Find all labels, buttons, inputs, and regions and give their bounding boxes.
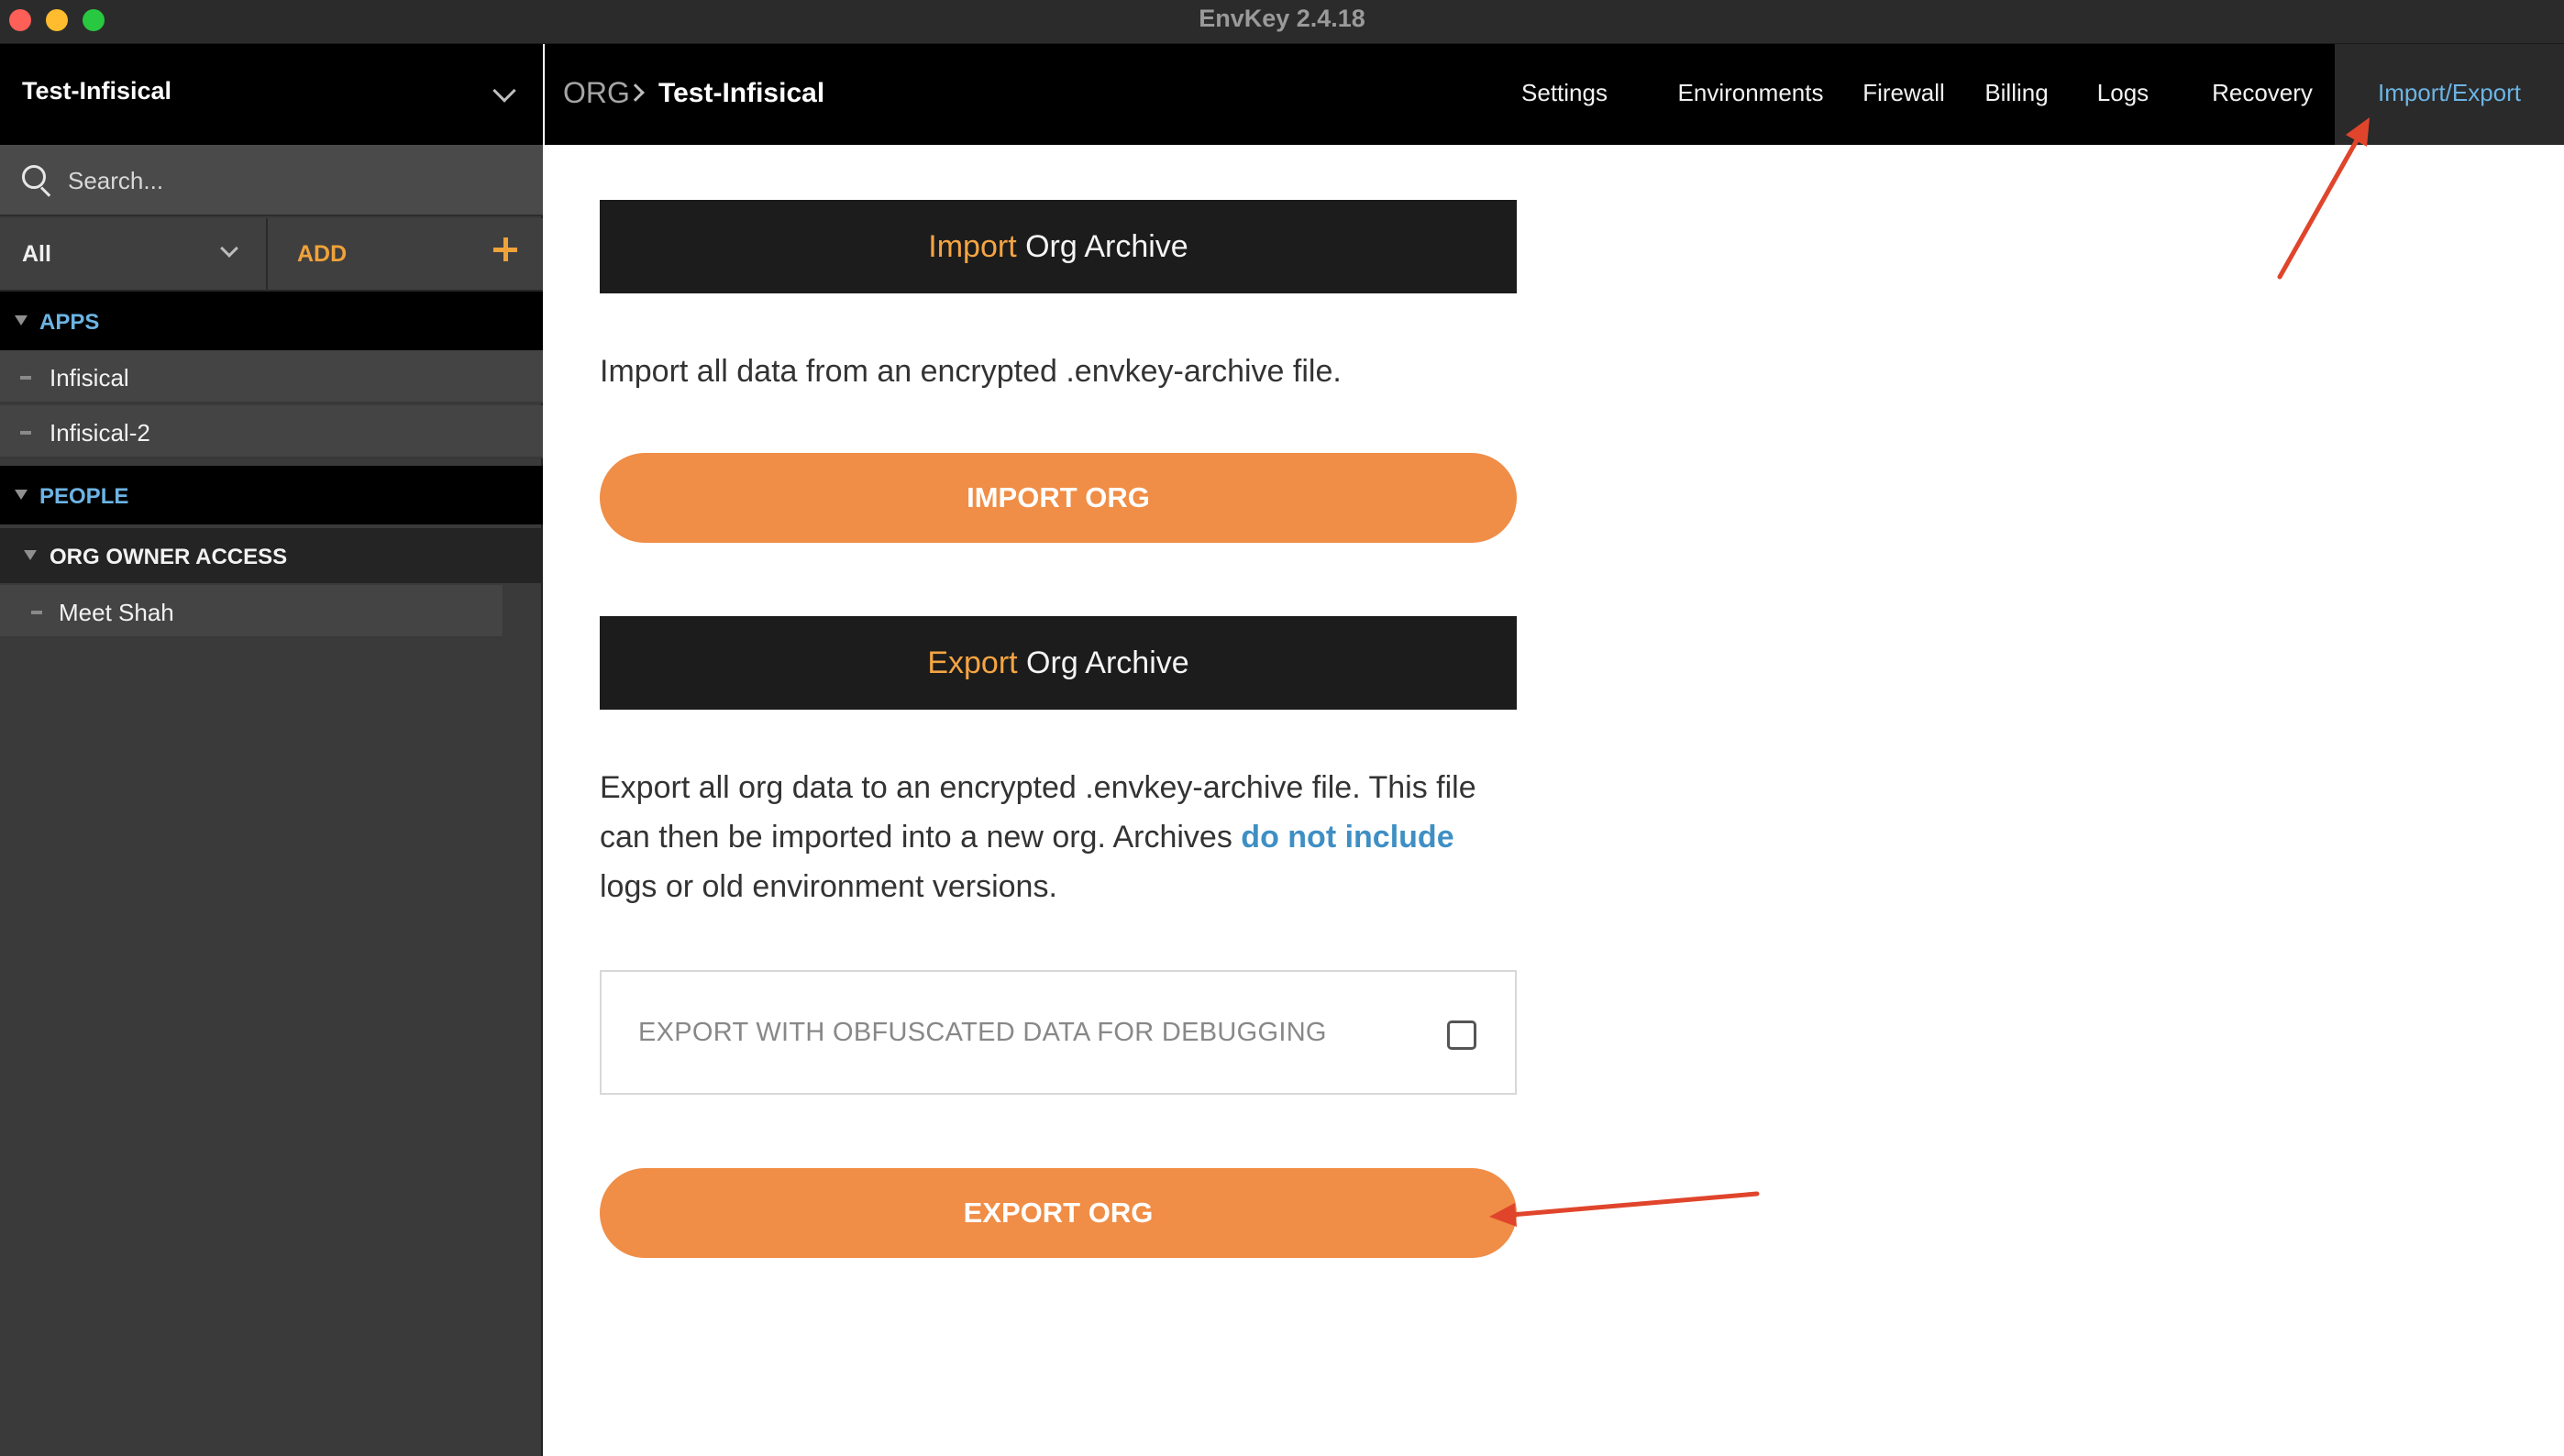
obfuscate-option-label: EXPORT WITH OBFUSCATED DATA FOR DEBUGGIN… [638,1018,1327,1047]
search-input[interactable] [68,160,508,202]
people-section-label: PEOPLE [39,484,129,509]
export-org-button[interactable]: EXPORT ORG [600,1168,1517,1258]
tab-firewall[interactable]: Firewall [1840,44,1968,145]
sidebar-item-infisical[interactable]: Infisical [0,350,543,403]
filter-select-label: All [22,241,51,267]
bullet-icon [31,611,42,614]
breadcrumb-org-name: Test-Infisical [658,78,825,108]
sidebar-item-label: Infisical [50,364,129,392]
search-icon [22,165,51,197]
bullet-icon [20,376,31,380]
export-title-rest: Org Archive [1026,645,1189,680]
import-section-title: Import Org Archive [600,200,1517,293]
obfuscate-option[interactable]: EXPORT WITH OBFUSCATED DATA FOR DEBUGGIN… [600,970,1517,1095]
org-owner-access-header[interactable]: ORG OWNER ACCESS [0,528,543,583]
triangle-down-icon [15,315,28,325]
bullet-icon [20,431,31,435]
plus-icon [493,237,521,264]
tab-billing[interactable]: Billing [1957,44,2076,145]
export-description-line1: Export all org data to an encrypted .env… [600,770,1476,805]
chevron-down-icon [220,239,238,258]
export-description-line2: can then be imported into a new org. Arc… [600,812,1517,862]
search-bar [0,145,543,216]
chevron-down-icon [492,79,516,103]
window-titlebar: EnvKey 2.4.18 [0,0,2564,44]
import-org-button[interactable]: IMPORT ORG [600,453,1517,543]
org-name: Test-Infisical [22,77,172,105]
add-button-label: ADD [297,241,348,267]
export-description: Export all org data to an encrypted .env… [600,763,1517,911]
triangle-down-icon [24,550,37,560]
tab-import-export[interactable]: Import/Export [2335,44,2564,145]
sidebar-item-label: Meet Shah [59,599,174,626]
obfuscate-checkbox[interactable] [1447,1020,1476,1050]
import-title-accent: Import [928,229,1017,264]
add-button[interactable]: ADD [270,218,543,292]
sidebar: Test-Infisical All ADD APPS Infisical In… [0,44,543,1456]
filter-row: All ADD [0,218,543,292]
people-section-header[interactable]: PEOPLE [0,466,543,524]
sidebar-item-infisical-2[interactable]: Infisical-2 [0,405,543,458]
breadcrumb-root[interactable]: ORG [563,76,630,110]
export-description-line3: logs or old environment versions. [600,869,1057,904]
tab-environments[interactable]: Environments [1643,44,1858,145]
do-not-include-link[interactable]: do not include [1241,820,1453,855]
main-content: Import Org Archive Import all data from … [545,145,2564,1456]
window-title: EnvKey 2.4.18 [1199,5,1365,32]
sidebar-item-label: Infisical-2 [50,419,150,447]
filter-select[interactable]: All [0,218,268,292]
export-title-accent: Export [927,645,1018,680]
import-title-rest: Org Archive [1025,229,1188,264]
tab-recovery[interactable]: Recovery [2184,44,2340,145]
triangle-down-icon [15,490,28,500]
org-owner-access-label: ORG OWNER ACCESS [50,545,288,569]
sidebar-item-meet-shah[interactable]: Meet Shah [0,585,503,638]
export-section-title: Export Org Archive [600,616,1517,710]
export-description-line2-text: can then be imported into a new org. Arc… [600,820,1242,855]
top-header: ORG Test-Infisical Settings Environments… [545,44,2564,145]
import-description: Import all data from an encrypted .envke… [600,354,1342,389]
org-selector[interactable]: Test-Infisical [0,44,543,145]
apps-section-label: APPS [39,310,100,335]
apps-section-header[interactable]: APPS [0,292,543,350]
tab-logs[interactable]: Logs [2072,44,2173,145]
tab-settings[interactable]: Settings [1482,44,1647,145]
